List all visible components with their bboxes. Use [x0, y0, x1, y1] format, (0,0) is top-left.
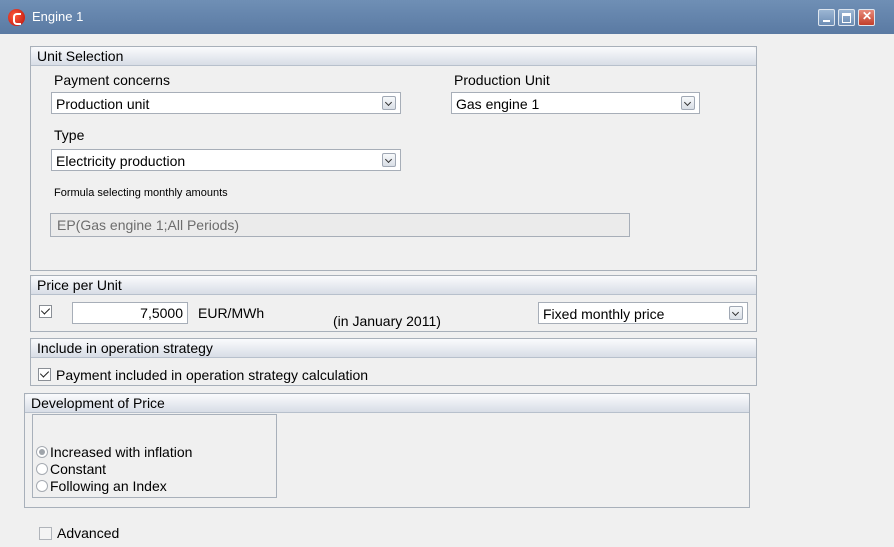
advanced-checkbox[interactable]: [39, 527, 52, 540]
production-unit-select[interactable]: Gas engine 1: [451, 92, 700, 114]
unit-selection-header: Unit Selection: [31, 47, 756, 66]
type-select[interactable]: Electricity production: [51, 149, 401, 171]
chevron-down-icon[interactable]: [729, 306, 743, 320]
payment-concerns-label: Payment concerns: [54, 72, 170, 88]
development-header: Development of Price: [25, 394, 749, 413]
maximize-button[interactable]: [838, 9, 855, 26]
operation-strategy-label: Payment included in operation strategy c…: [56, 367, 369, 383]
type-value: Electricity production: [56, 153, 186, 169]
option-increased-with-inflation: Increased with inflation: [50, 444, 193, 460]
price-period-label: (in January 2011): [333, 313, 441, 329]
radio-constant[interactable]: [36, 463, 48, 475]
option-constant: Constant: [50, 461, 107, 477]
formula-field: EP(Gas engine 1;All Periods): [50, 213, 630, 237]
chevron-down-icon[interactable]: [382, 153, 396, 167]
radio-following-index[interactable]: [36, 480, 48, 492]
app-icon: [8, 9, 25, 26]
production-unit-value: Gas engine 1: [456, 96, 540, 112]
window-title: Engine 1: [32, 9, 84, 24]
production-unit-label: Production Unit: [454, 72, 550, 88]
operation-strategy-checkbox[interactable]: [38, 368, 51, 381]
advanced-label: Advanced: [57, 525, 120, 541]
payment-concerns-select[interactable]: Production unit: [51, 92, 401, 114]
chevron-down-icon[interactable]: [681, 96, 695, 110]
minimize-button[interactable]: [818, 9, 835, 26]
radio-increased-with-inflation[interactable]: [36, 446, 48, 458]
price-value-input[interactable]: 7,5000: [72, 302, 188, 324]
payment-concerns-value: Production unit: [56, 96, 150, 112]
operation-strategy-header: Include in operation strategy: [31, 339, 756, 358]
price-type-select[interactable]: Fixed monthly price: [538, 302, 748, 324]
type-label: Type: [54, 127, 85, 143]
title-bar: Engine 1: [0, 0, 894, 34]
price-per-unit-header: Price per Unit: [31, 276, 756, 295]
option-following-index: Following an Index: [50, 478, 167, 494]
formula-label: Formula selecting monthly amounts: [54, 187, 228, 199]
price-unit-label: EUR/MWh: [198, 305, 265, 321]
price-enabled-checkbox[interactable]: [39, 305, 52, 318]
close-button[interactable]: [858, 9, 875, 26]
price-type-value: Fixed monthly price: [543, 306, 665, 322]
chevron-down-icon[interactable]: [382, 96, 396, 110]
